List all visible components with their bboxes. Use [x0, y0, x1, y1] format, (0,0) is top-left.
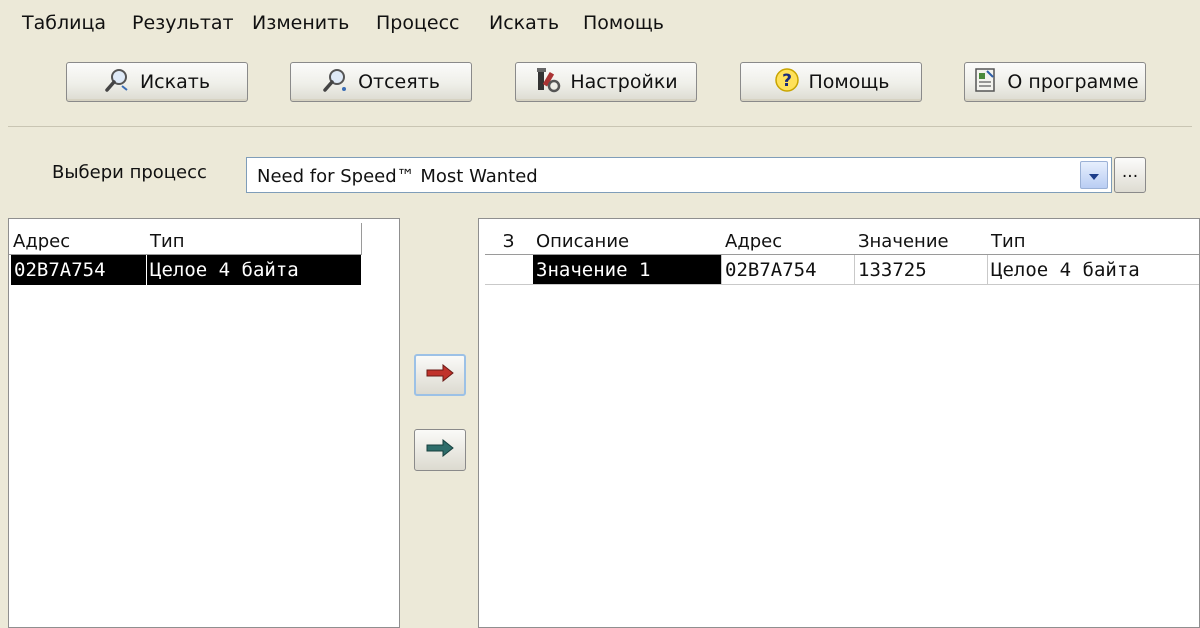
result-row-type[interactable]: Целое 4 байта — [147, 255, 361, 285]
menu-search[interactable]: Искать — [489, 12, 559, 34]
table-row-freeze-checkbox[interactable] — [485, 255, 532, 285]
result-row-address[interactable]: 02B7A754 — [11, 255, 146, 285]
menu-process[interactable]: Процесс — [376, 12, 460, 34]
grid-divider — [854, 255, 855, 285]
grid-divider — [721, 255, 722, 285]
magnifier-icon — [104, 66, 132, 99]
settings-button-label: Настройки — [570, 71, 678, 93]
question-icon: ? — [773, 66, 801, 99]
column-header-description[interactable]: Описание — [532, 223, 722, 255]
table-row-address[interactable]: 02B7A754 — [722, 255, 854, 285]
chevron-down-icon — [1088, 166, 1100, 185]
search-button-label: Искать — [139, 71, 211, 93]
settings-button[interactable]: Настройки — [515, 62, 697, 102]
column-header-address[interactable]: Адрес — [721, 223, 855, 255]
column-header-freeze[interactable]: З — [485, 223, 533, 255]
combobox-dropdown-button[interactable] — [1080, 161, 1108, 189]
help-button-label: Помощь — [808, 71, 890, 93]
column-header-type[interactable]: Тип — [987, 223, 1199, 255]
table-row-description[interactable]: Значение 1 — [533, 255, 721, 285]
filter-button[interactable]: Отсеять — [290, 62, 472, 102]
arrow-right-teal-icon — [425, 438, 455, 461]
column-header-value[interactable]: Значение — [854, 223, 988, 255]
magnifier-filter-icon — [322, 66, 350, 99]
help-button[interactable]: ? Помощь — [740, 62, 922, 102]
menu-edit[interactable]: Изменить — [252, 12, 349, 34]
menu-result[interactable]: Результат — [132, 12, 234, 34]
column-header-address[interactable]: Адрес — [9, 223, 147, 255]
arrow-right-red-icon — [425, 363, 455, 386]
table-row-type[interactable]: Целое 4 байта — [988, 255, 1199, 285]
grid-divider — [987, 255, 988, 285]
column-header-type[interactable]: Тип — [146, 223, 362, 255]
process-selector-row: Выбери процесс Need for Speed™ Most Want… — [8, 127, 1192, 217]
about-button[interactable]: О программе — [964, 62, 1146, 102]
menu-bar: Таблица Результат Изменить Процесс Искат… — [8, 0, 1192, 46]
tools-icon — [534, 66, 562, 99]
info-document-icon — [971, 66, 999, 99]
process-label: Выбери процесс — [52, 162, 207, 183]
menu-table[interactable]: Таблица — [22, 12, 106, 34]
process-combobox-value: Need for Speed™ Most Wanted — [257, 166, 538, 187]
menu-help[interactable]: Помощь — [583, 12, 664, 34]
app-window: Таблица Результат Изменить Процесс Искат… — [8, 0, 1200, 628]
results-list[interactable]: Адрес Тип 02B7A754 Целое 4 байта — [8, 218, 400, 628]
browse-process-button[interactable]: ... — [1114, 157, 1146, 193]
process-combobox[interactable]: Need for Speed™ Most Wanted — [246, 157, 1112, 193]
filter-button-label: Отсеять — [358, 71, 440, 93]
svg-text:?: ? — [782, 71, 792, 91]
toolbar: Искать Отсеять Настройки ? Помощь О прог… — [8, 46, 1192, 127]
search-button[interactable]: Искать — [66, 62, 248, 102]
address-table[interactable]: З Описание Адрес Значение Тип Значение 1… — [478, 218, 1200, 628]
add-to-table-button[interactable] — [414, 354, 466, 396]
table-row-value[interactable]: 133725 — [855, 255, 987, 285]
about-button-label: О программе — [1007, 71, 1139, 93]
row-divider — [485, 284, 1199, 285]
add-all-to-table-button[interactable] — [414, 429, 466, 471]
